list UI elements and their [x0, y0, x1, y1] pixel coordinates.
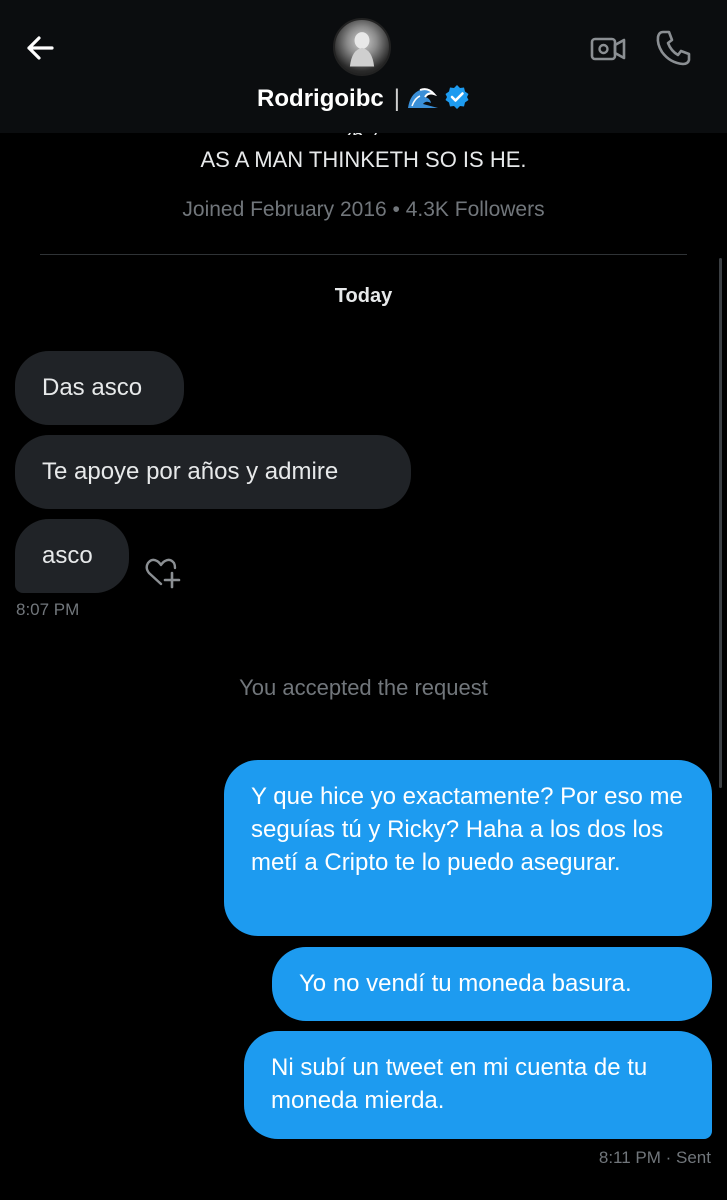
contact-name-row[interactable]: Rodrigoibc |: [0, 84, 727, 113]
video-call-icon[interactable]: [589, 30, 627, 68]
back-arrow-icon[interactable]: [22, 30, 58, 66]
divider: [40, 254, 687, 255]
incoming-message[interactable]: asco: [15, 519, 129, 593]
conversation-header: Rodrigoibc |: [0, 0, 727, 133]
profile-meta: Joined February 2016 • 4.3K Followers: [182, 198, 545, 221]
verified-badge-icon: [445, 85, 469, 109]
outgoing-status: 8:11 PM · Sent: [598, 1148, 711, 1167]
scrollbar[interactable]: [719, 258, 722, 788]
contact-name: Rodrigoibc: [257, 85, 384, 112]
outgoing-message[interactable]: Y que hice yo exactamente? Por eso me se…: [224, 760, 712, 936]
phone-call-icon[interactable]: [654, 28, 692, 68]
avatar[interactable]: [333, 18, 391, 76]
incoming-timestamp: 8:07 PM: [16, 600, 80, 619]
outgoing-message[interactable]: Ni subí un tweet en mi cuenta de tu mone…: [244, 1031, 712, 1139]
incoming-message[interactable]: Das asco: [15, 351, 184, 425]
avatar-figure-icon: [349, 32, 375, 67]
profile-bio: AS A MAN THINKETH SO IS HE.: [200, 147, 527, 172]
name-separator: |: [393, 85, 400, 112]
outgoing-message[interactable]: Yo no vendí tu moneda basura.: [272, 947, 712, 1021]
incoming-message[interactable]: Te apoye por años y admire: [15, 435, 411, 509]
wave-emoji-icon: [407, 88, 438, 108]
request-accepted-notice: You accepted the request: [239, 675, 488, 700]
date-separator: Today: [334, 285, 393, 307]
add-reaction-icon[interactable]: [144, 556, 182, 590]
